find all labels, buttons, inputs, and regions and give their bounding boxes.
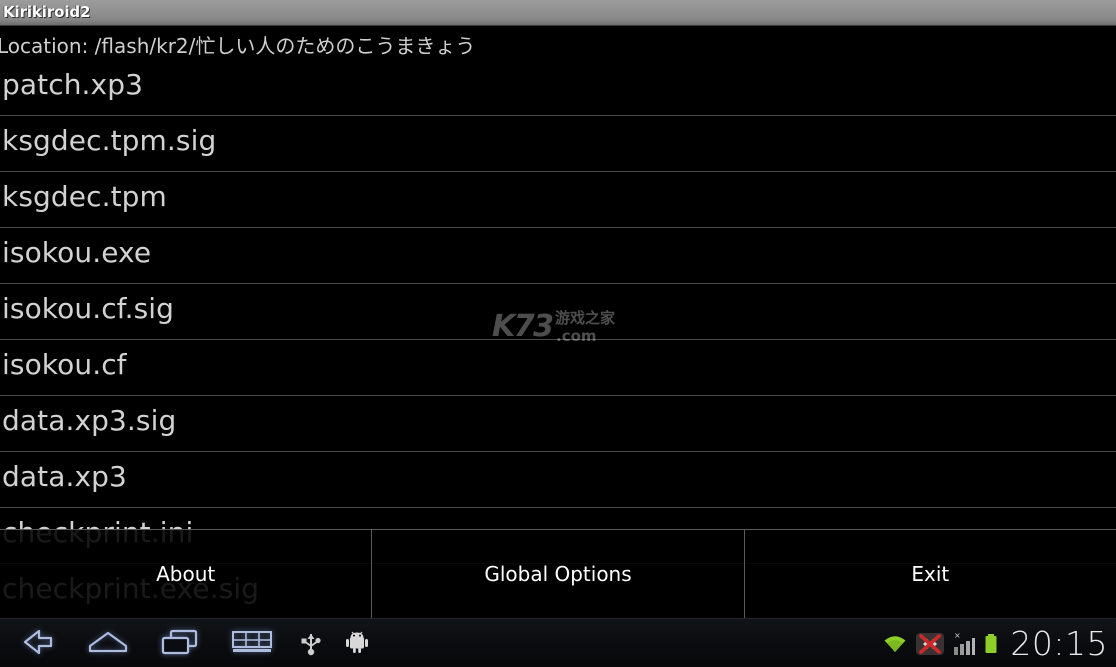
recent-apps-icon	[160, 628, 200, 660]
file-name-label: data.xp3.sig	[2, 404, 177, 437]
file-name-label: isokou.cf	[2, 348, 127, 381]
menu-item-label: Exit	[911, 562, 950, 586]
file-list-item[interactable]: isokou.cf	[0, 340, 1116, 396]
kirikiroid2-file-browser-window: Kirikiroid2 Location: /flash/kr2/忙しい人のため…	[0, 0, 1116, 667]
battery-icon	[983, 631, 999, 657]
data-off-icon	[915, 631, 945, 657]
file-name-label: ksgdec.tpm.sig	[2, 124, 217, 157]
file-name-label: patch.xp3	[2, 68, 144, 101]
back-icon	[17, 629, 55, 659]
menu-item-label: About	[156, 562, 216, 586]
menu-item-about[interactable]: About	[0, 530, 371, 618]
menu-item-label: Global Options	[484, 562, 632, 586]
keyboard-icon	[230, 629, 274, 659]
android-navigation-bar: × 20:15	[0, 618, 1116, 667]
file-name-label: isokou.exe	[2, 236, 152, 269]
android-robot-icon	[344, 629, 370, 659]
android-debug-indicator	[334, 619, 380, 667]
menu-item-exit[interactable]: Exit	[743, 530, 1116, 618]
current-path-label: Location: /flash/kr2/忙しい人のためのこうまきょう	[0, 34, 476, 58]
wifi-icon	[882, 633, 908, 655]
app-title: Kirikiroid2	[3, 3, 91, 21]
file-list-item[interactable]: patch.xp3	[0, 60, 1116, 116]
home-icon	[87, 629, 129, 659]
svg-text:×: ×	[954, 631, 961, 640]
file-name-label: ksgdec.tpm	[2, 180, 167, 213]
menu-item-global-options[interactable]: Global Options	[371, 530, 743, 618]
file-list-item[interactable]: isokou.cf.sig	[0, 284, 1116, 340]
usb-indicator	[288, 619, 334, 667]
file-name-label: data.xp3	[2, 460, 127, 493]
options-menu-bar: About Global Options Exit	[0, 529, 1116, 618]
home-button[interactable]	[72, 619, 144, 667]
signal-bars-icon: ×	[952, 631, 976, 657]
file-list-item[interactable]: ksgdec.tpm	[0, 172, 1116, 228]
file-name-label: isokou.cf.sig	[2, 292, 175, 325]
status-icon-group: × 20:15	[882, 619, 1110, 667]
recent-apps-button[interactable]	[144, 619, 216, 667]
nav-button-group	[0, 619, 380, 667]
title-bar: Kirikiroid2	[0, 0, 1116, 26]
status-clock: 20:15	[1010, 624, 1108, 663]
location-bar: Location: /flash/kr2/忙しい人のためのこうまきょう	[0, 27, 1116, 60]
file-list-item[interactable]: data.xp3	[0, 452, 1116, 508]
file-list-item[interactable]: ksgdec.tpm.sig	[0, 116, 1116, 172]
back-button[interactable]	[0, 619, 72, 667]
file-list-item[interactable]: data.xp3.sig	[0, 396, 1116, 452]
usb-icon	[300, 628, 322, 660]
keyboard-button[interactable]	[216, 619, 288, 667]
file-list-item[interactable]: isokou.exe	[0, 228, 1116, 284]
